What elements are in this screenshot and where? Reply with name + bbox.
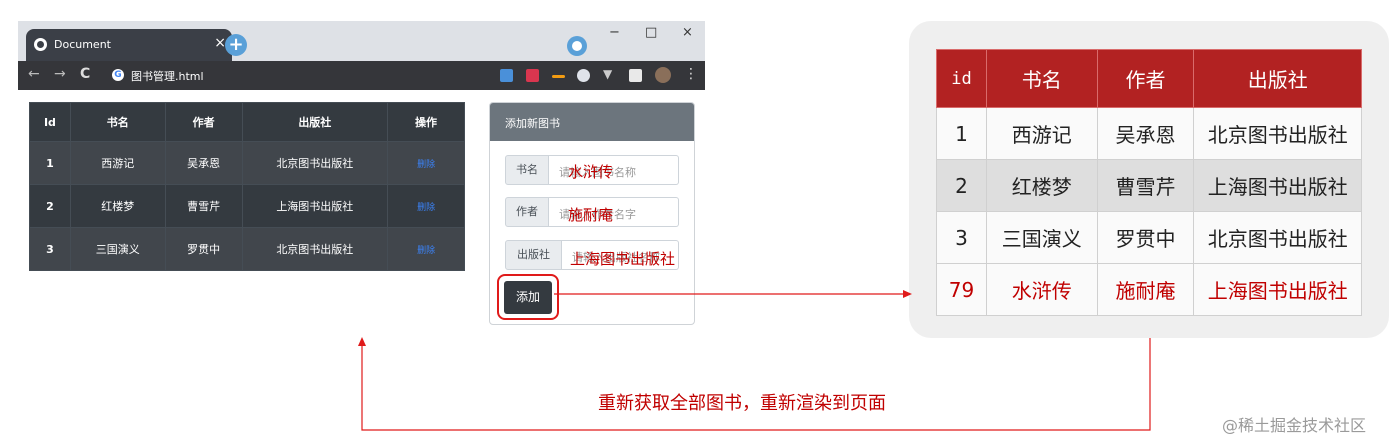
watermark: @稀土掘金技术社区	[1222, 416, 1367, 435]
rerender-caption: 重新获取全部图书，重新渲染到页面	[598, 393, 886, 414]
rerender-arrow	[361, 338, 1151, 431]
right-arrowhead-icon	[903, 290, 912, 298]
diagram-stage: Document × + − □ × ← → C G 图书管理.html ▼ ⋮	[0, 0, 1398, 448]
up-arrowhead-icon	[358, 337, 366, 346]
flow-arrows	[358, 290, 1151, 431]
